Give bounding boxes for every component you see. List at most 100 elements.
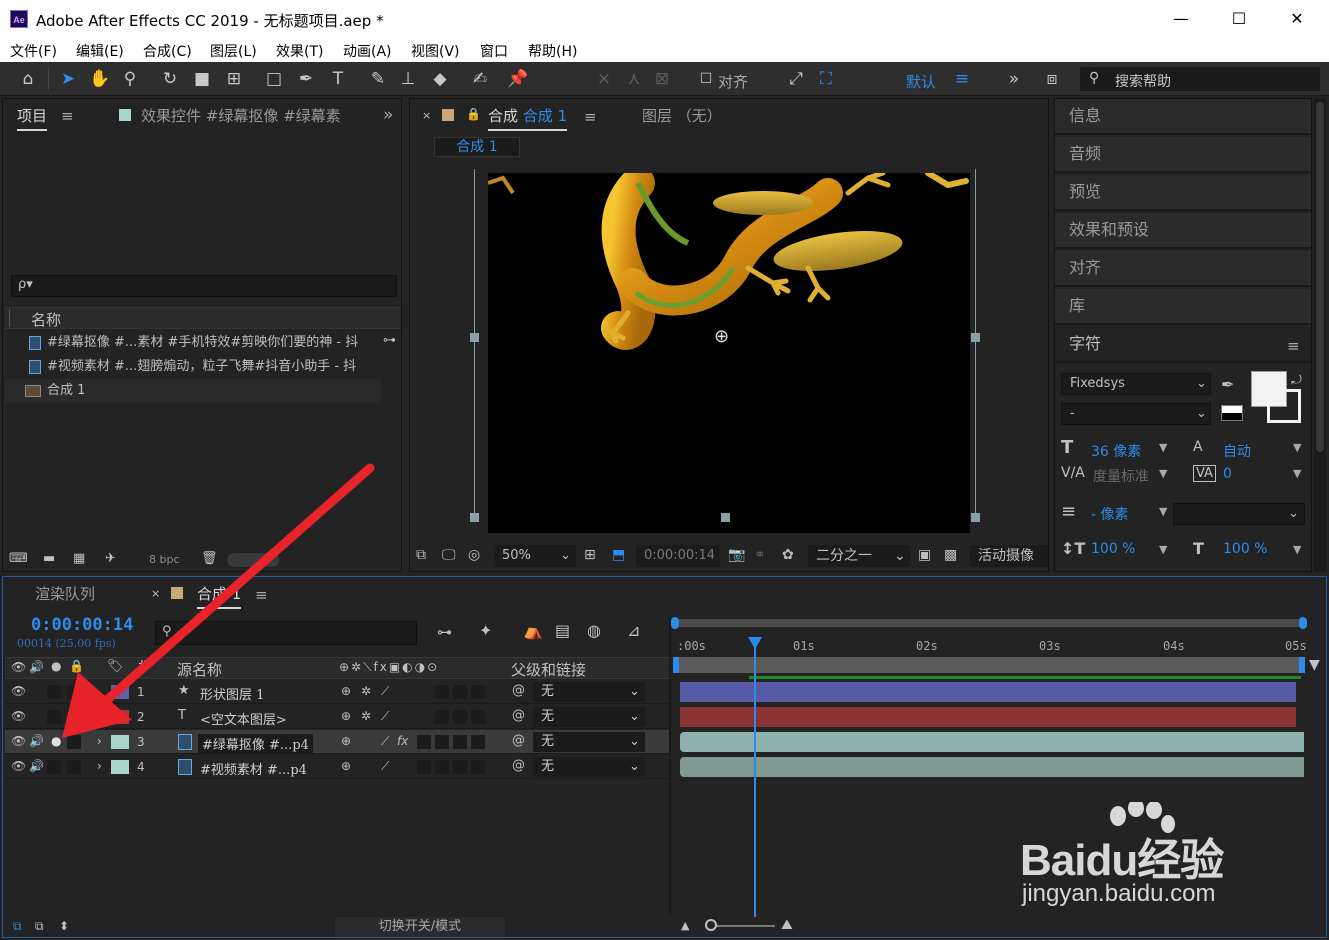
composition-mini-flowchart-icon[interactable]: ⊶ xyxy=(437,623,452,641)
chevron-down-icon[interactable]: ▼ xyxy=(1293,543,1301,556)
title-action-safe-icon[interactable]: ⊞ xyxy=(584,547,596,563)
rectangle-tool-icon[interactable]: □ xyxy=(262,67,286,91)
switch-box[interactable] xyxy=(435,760,449,774)
vertical-scale-value[interactable]: 100 % xyxy=(1091,541,1135,557)
bound-handle[interactable] xyxy=(971,513,980,522)
layer-search-input[interactable]: ⚲ xyxy=(155,621,417,645)
quality-switch-icon[interactable]: ⟋ xyxy=(381,709,389,724)
effects-presets-panel-header[interactable]: 效果和预设 xyxy=(1055,213,1311,249)
mask-visibility-icon[interactable]: ◎ xyxy=(468,547,480,563)
timeline-panel-menu-icon[interactable]: ≡ xyxy=(255,586,268,604)
video-eye-icon[interactable]: 👁 xyxy=(11,709,26,723)
project-item[interactable]: #绿幕抠像 #...素材 #手机特效#剪映你们要的神 - 抖 xyxy=(5,331,381,355)
pick-whip-icon[interactable]: @ xyxy=(512,733,525,748)
solo-switch-icon[interactable]: ● xyxy=(51,659,61,673)
menu-help[interactable]: 帮助(H) xyxy=(528,41,577,61)
chevron-down-icon[interactable]: ▼ xyxy=(1293,467,1301,480)
frame-blending-icon[interactable]: ▤ xyxy=(555,621,570,640)
tab-layer[interactable]: 图层 （无） xyxy=(642,105,722,126)
shy-switch-icon[interactable]: ⊕ xyxy=(341,759,351,773)
chevron-down-icon[interactable]: ▼ xyxy=(1293,441,1301,454)
label-color-swatch[interactable] xyxy=(111,735,129,749)
axis-world-icon[interactable]: ⋏ xyxy=(622,67,646,91)
project-item[interactable]: 合成 1 xyxy=(5,379,381,403)
chevron-down-icon[interactable]: ▼ xyxy=(1159,505,1167,518)
lock-box[interactable] xyxy=(67,760,81,774)
layer-row[interactable]: 👁 2 T <空文本图层> ⊕ ✲ ⟋ @ 无 ⌄ xyxy=(5,705,671,729)
column-source-name[interactable]: 源名称 xyxy=(177,659,222,680)
solo-box[interactable] xyxy=(47,685,61,699)
collapse-switch-icon[interactable]: ✲ xyxy=(361,709,371,723)
lock-box[interactable] xyxy=(67,685,81,699)
thumbnail-slider[interactable] xyxy=(227,553,279,567)
modes-toggle-icon[interactable]: ⧉ xyxy=(35,919,44,934)
snapping-checkbox[interactable]: ☐ xyxy=(694,67,718,91)
expand-arrow-icon[interactable]: › xyxy=(97,734,102,748)
expand-arrow-icon[interactable]: › xyxy=(97,759,102,773)
more-workspaces-icon[interactable]: » xyxy=(1002,67,1026,91)
work-area-start[interactable] xyxy=(673,657,679,673)
pick-whip-icon[interactable]: @ xyxy=(512,708,525,723)
switch-box[interactable] xyxy=(471,685,485,699)
shy-layers-icon[interactable]: ⛺ xyxy=(523,621,543,640)
swap-colors-icon[interactable]: ⤾ xyxy=(1291,373,1302,388)
tab-project[interactable]: 项目 xyxy=(17,105,48,131)
graph-editor-icon[interactable]: ⊿ xyxy=(627,621,640,640)
bound-handle[interactable] xyxy=(971,333,980,342)
rotate-tool-icon[interactable]: ↻ xyxy=(158,67,182,91)
menu-composition[interactable]: 合成(C) xyxy=(143,41,192,61)
project-settings-icon[interactable]: ✈ xyxy=(105,551,116,566)
camera-tool-icon[interactable]: ■ xyxy=(190,67,214,91)
black-white-swatch[interactable] xyxy=(1221,405,1243,421)
anchor-point-icon[interactable]: ⊕ xyxy=(714,326,729,347)
region-of-interest-icon[interactable]: ⬒ xyxy=(612,547,625,563)
switch-box[interactable] xyxy=(435,710,449,724)
shy-switch-icon[interactable]: ⊕ xyxy=(341,709,351,723)
hand-tool-icon[interactable]: ✋ xyxy=(88,67,112,91)
audio-speaker-icon[interactable]: 🔊 xyxy=(29,734,44,748)
info-panel-header[interactable]: 信息 xyxy=(1055,99,1311,135)
layer-row[interactable]: 👁 🔊 ● › 3 #绿幕抠像 #...p4 ⊕ ⟋ fx @ 无 ⌄ xyxy=(5,730,671,754)
layer-row[interactable]: 👁 1 ★ 形状图层 1 ⊕ ✲ ⟋ @ 无 ⌄ xyxy=(5,680,671,704)
layer-switches-toggle-icon[interactable]: ⧉ xyxy=(13,919,22,934)
close-button[interactable]: ✕ xyxy=(1274,4,1320,34)
lock-box[interactable] xyxy=(67,735,81,749)
bound-handle[interactable] xyxy=(721,513,730,522)
zoom-in-icon[interactable]: ⛰ xyxy=(781,917,793,933)
align-panel-header[interactable]: 对齐 xyxy=(1055,251,1311,287)
workspace-menu-icon[interactable]: ≡ xyxy=(950,67,974,91)
layer-name[interactable]: <空文本图层> xyxy=(200,709,287,728)
menu-effect[interactable]: 效果(T) xyxy=(276,41,323,61)
video-eye-icon[interactable]: 👁 xyxy=(11,684,26,698)
video-eye-icon[interactable]: 👁 xyxy=(11,759,26,773)
switch-box[interactable] xyxy=(453,685,467,699)
flowchart-icon[interactable]: ⊶ xyxy=(383,333,396,348)
audio-speaker-icon[interactable]: 🔊 xyxy=(29,759,44,773)
comp-panel-menu-icon[interactable]: ≡ xyxy=(584,108,597,126)
stroke-type-select[interactable]: ⌄ xyxy=(1173,503,1305,525)
switch-box[interactable] xyxy=(417,735,431,749)
new-folder-icon[interactable]: ▬ xyxy=(43,551,55,566)
audio-switch-icon[interactable]: 🔊 xyxy=(29,660,44,674)
work-area-end[interactable] xyxy=(1299,657,1305,673)
monitor-icon[interactable]: 🖵 xyxy=(442,547,456,563)
camera-select[interactable]: 活动摄像 xyxy=(970,545,1048,567)
tab-effect-controls[interactable]: 效果控件 #绿幕抠像 #绿幕素 xyxy=(141,105,341,126)
leading-value[interactable]: 自动 xyxy=(1223,441,1251,461)
parent-select[interactable]: 无 ⌄ xyxy=(533,682,645,702)
playhead-line[interactable] xyxy=(754,647,756,917)
layer-duration-bar[interactable] xyxy=(680,732,1304,752)
menu-layer[interactable]: 图层(L) xyxy=(210,41,257,61)
axis-view-icon[interactable]: ⊠ xyxy=(650,67,674,91)
switch-box[interactable] xyxy=(471,760,485,774)
sync-settings-icon[interactable]: ⧈ xyxy=(1040,67,1064,91)
column-name[interactable]: 名称 xyxy=(31,309,61,330)
label-color-swatch[interactable] xyxy=(111,685,129,699)
switch-box[interactable] xyxy=(471,710,485,724)
project-search-input[interactable]: ρ▾ xyxy=(11,275,397,297)
shy-switch-icon[interactable]: ⊕ xyxy=(341,734,351,748)
always-preview-icon[interactable]: ⧉ xyxy=(416,547,426,563)
new-composition-icon[interactable]: ▦ xyxy=(73,551,85,566)
toggle-switches-modes-button[interactable]: 切换开关/模式 xyxy=(335,917,505,937)
minimize-button[interactable]: — xyxy=(1158,4,1204,34)
